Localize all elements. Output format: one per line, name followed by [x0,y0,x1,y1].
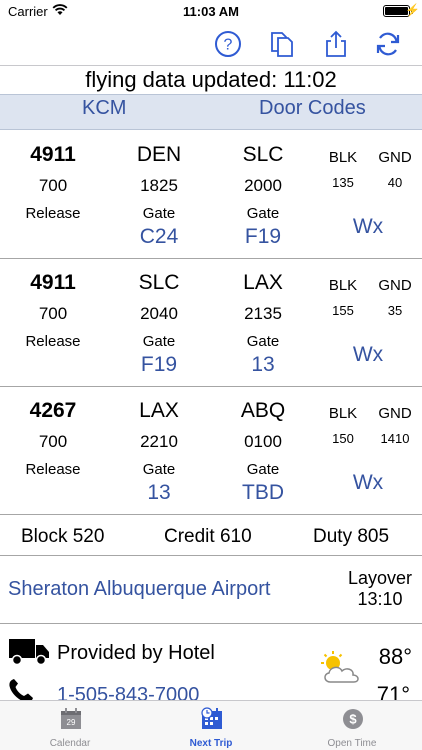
flight-leg-1[interactable]: 4911 700 Release DEN 1825 Gate C24 SLC 2… [0,131,422,259]
departure-time: 2040 [140,304,178,323]
departure-time: 2210 [140,432,178,451]
duty-total: Duty 805 [313,526,390,547]
release-label[interactable]: Release [8,333,98,350]
credit-total: Credit 610 [164,526,252,547]
arrival-gate-label: Gate [246,333,280,350]
weather-link[interactable]: Wx [323,471,413,495]
departure-gate[interactable]: C24 [114,225,204,249]
arrival-time: 2000 [244,176,282,195]
hotel-row: Sheraton Albuquerque Airport Layover 13:… [0,556,422,624]
kcm-link[interactable]: KCM [82,97,126,120]
release-label[interactable]: Release [8,205,98,222]
dollar-icon-symbol: $ [349,712,357,727]
arrival-gate[interactable]: TBD [218,481,308,505]
trip-totals: Block 520 Credit 610 Duty 805 [0,516,422,556]
gnd-label: GND [378,149,412,166]
nav-bar: ? [0,22,422,66]
gnd-value: 1410 [380,431,410,446]
tab-calendar[interactable]: 29 Calendar [0,701,140,750]
weather-link[interactable]: Wx [323,215,413,239]
block-total: Block 520 [21,526,105,547]
phone-icon [9,679,33,700]
tab-open-time-label: Open Time [327,738,377,749]
status-bar: Carrier 11:03 AM ⚡ [0,0,422,22]
arrival-gate-label: Gate [246,205,280,222]
flight-number: 4267 [29,399,77,422]
charging-bolt-icon: ⚡ [405,3,420,17]
gnd-label: GND [378,405,412,422]
arrival-airport: ABQ [240,399,286,422]
departure-time: 1825 [140,176,178,195]
layover-time: 13:10 [357,589,403,609]
arrival-gate[interactable]: 13 [218,353,308,377]
van-icon [9,639,49,666]
partly-cloudy-icon [321,651,359,683]
departure-airport: SLC [138,271,180,294]
departure-gate-label: Gate [142,461,176,478]
flight-sub-number: 700 [38,432,68,451]
arrival-time: 2135 [244,304,282,323]
temperature-low: 71° [376,682,410,700]
weather-link[interactable]: Wx [323,343,413,367]
departure-gate-label: Gate [142,333,176,350]
flight-leg-2[interactable]: 4911 700 Release SLC 2040 Gate F19 LAX 2… [0,259,422,387]
arrival-gate-label: Gate [246,461,280,478]
transport-section: Provided by Hotel 1-505-843-7000 88° 71° [0,624,422,700]
tab-open-time[interactable]: $ Open Time [282,701,422,750]
copy-icon[interactable] [268,30,296,58]
flight-leg-3[interactable]: 4267 700 Release LAX 2210 Gate 13 ABQ 01… [0,387,422,515]
flight-sub-number: 700 [38,304,68,323]
departure-airport: DEN [136,143,182,166]
arrival-airport: SLC [242,143,284,166]
departure-gate-label: Gate [142,205,176,222]
release-label[interactable]: Release [8,461,98,478]
dollar-icon: $ [343,709,363,729]
departure-airport: LAX [139,399,179,422]
hotel-phone-link[interactable]: 1-505-843-7000 [57,684,199,700]
gnd-value: 40 [387,175,403,190]
tab-calendar-label: Calendar [49,738,91,749]
layover-label: Layover [347,568,412,588]
arrival-time: 0100 [244,432,282,451]
flight-number: 4911 [30,143,76,166]
share-icon[interactable] [322,30,350,58]
flight-sub-number: 700 [38,176,68,195]
tab-bar: 29 Calendar Next Trip $ Open Time [0,700,422,750]
links-bar: KCM Door Codes [0,94,422,130]
gnd-label: GND [378,277,412,294]
layover-info: Layover 13:10 [348,568,412,610]
calendar-icon: 29 [61,708,81,729]
door-codes-link[interactable]: Door Codes [259,97,366,120]
status-time: 11:03 AM [183,4,239,19]
flight-number: 4911 [30,271,76,294]
departure-gate[interactable]: 13 [114,481,204,505]
refresh-icon[interactable] [374,30,402,58]
next-trip-calendar-icon [201,707,222,729]
hotel-name-link[interactable]: Sheraton Albuquerque Airport [8,578,270,601]
tab-next-trip-label: Next Trip [189,738,233,749]
departure-gate[interactable]: F19 [114,353,204,377]
arrival-airport: LAX [243,271,283,294]
arrival-gate[interactable]: F19 [218,225,308,249]
transport-provider: Provided by Hotel [57,642,215,664]
calendar-icon-day: 29 [67,718,76,727]
updated-status: flying data updated: 11:02 [85,67,337,92]
temperature-high: 88° [378,644,412,669]
gnd-value: 35 [387,303,403,318]
tab-next-trip[interactable]: Next Trip [141,701,281,750]
help-icon[interactable]: ? [214,30,242,58]
svg-text:?: ? [224,37,233,54]
